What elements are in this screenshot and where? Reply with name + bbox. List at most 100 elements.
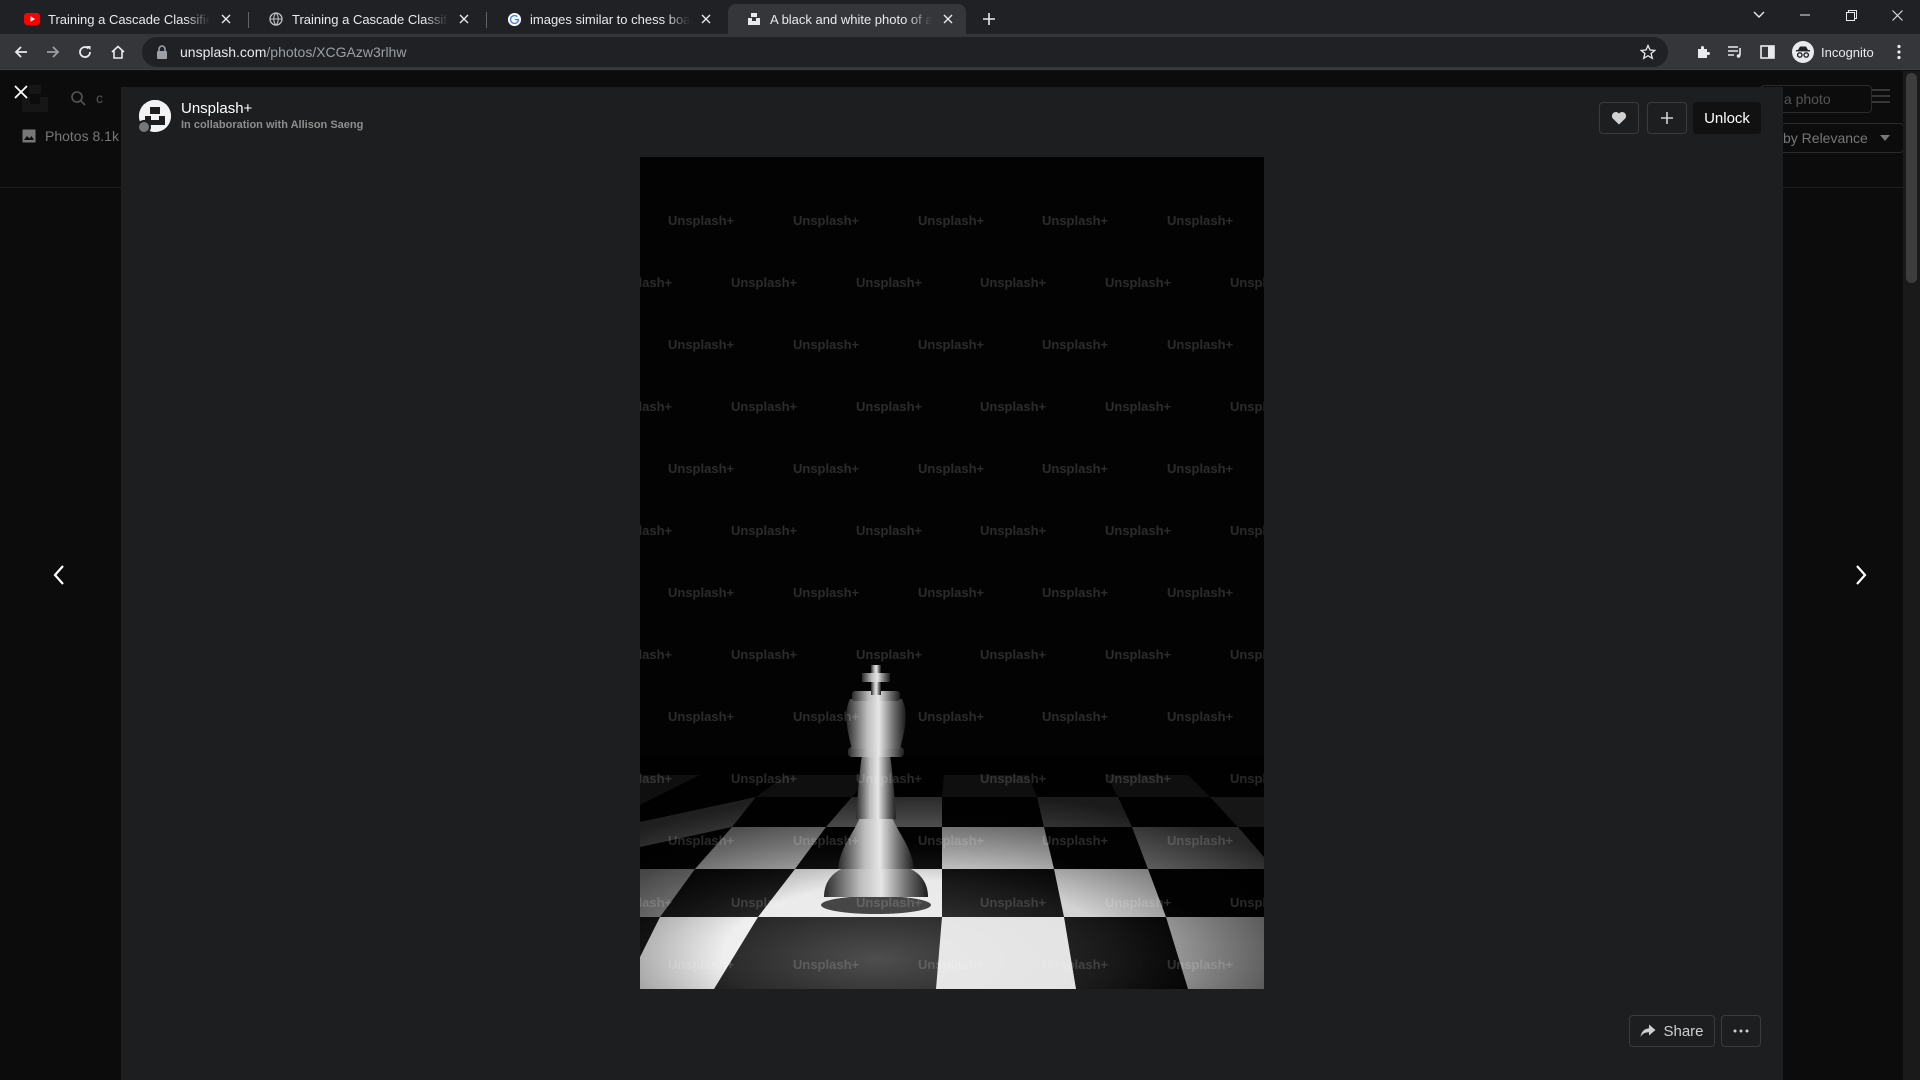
watermark-text: Unsplash+ — [856, 399, 923, 414]
share-label: Share — [1663, 1022, 1704, 1040]
incognito-icon — [1792, 41, 1814, 63]
watermark-text: Unsplash+ — [731, 523, 798, 538]
watermark-text: Unsplash+ — [1105, 895, 1172, 910]
watermark-text: Unsplash+ — [640, 399, 673, 414]
profile-label: Incognito — [1821, 44, 1874, 60]
watermark-text: Unsplash+ — [856, 523, 923, 538]
close-tab-icon[interactable] — [698, 11, 714, 27]
minimize-icon[interactable] — [1782, 0, 1828, 30]
lock-icon[interactable] — [156, 45, 168, 59]
watermark-text: Unsplash+ — [1105, 399, 1172, 414]
watermark-text: Unsplash+ — [1167, 957, 1234, 972]
back-icon[interactable] — [7, 38, 35, 66]
more-actions-button[interactable] — [1721, 1015, 1761, 1047]
watermark-text: Unsplash+ — [1230, 771, 1264, 786]
home-icon[interactable] — [104, 38, 132, 66]
watermark-text: Unsplash+ — [793, 585, 860, 600]
author-collaboration[interactable]: In collaboration with Allison Saeng — [181, 118, 363, 132]
media-queue-icon[interactable] — [1721, 38, 1749, 66]
watermark-text: Unsplash+ — [856, 895, 923, 910]
tab-title: images similar to chess board - Google S… — [530, 11, 690, 27]
tab-title: Training a Cascade Classifier - OpenCV — [48, 11, 210, 27]
close-modal-icon[interactable] — [10, 81, 32, 103]
watermark-text: Unsplash+ — [668, 461, 735, 476]
heart-icon — [1611, 111, 1627, 125]
watermark-text: Unsplash+ — [640, 647, 673, 662]
chess-king-photo[interactable]: Unsplash+ Unsplash+ Unsplash+ Unsplash+ … — [640, 157, 1264, 989]
browser-tab-1[interactable]: Training a Cascade Classifier - OpenCV — [6, 4, 244, 34]
author-block[interactable]: Unsplash+ In collaboration with Allison … — [137, 100, 363, 134]
watermark-text: Unsplash+ — [1042, 709, 1109, 724]
share-button[interactable]: Share — [1629, 1015, 1715, 1047]
next-photo-chevron-icon[interactable] — [1846, 560, 1876, 590]
collaborator-avatar — [137, 120, 151, 134]
browser-tab-4-active[interactable]: A black and white photo of a chess king — [728, 4, 966, 34]
watermark-text: Unsplash+ — [1230, 523, 1264, 538]
chessboard-floor — [640, 757, 1264, 989]
author-name[interactable]: Unsplash+ — [181, 100, 363, 118]
like-button[interactable] — [1599, 102, 1639, 134]
watermark-text: Unsplash+ — [793, 337, 860, 352]
scrollbar-thumb[interactable] — [1906, 73, 1917, 283]
close-tab-icon[interactable] — [456, 11, 472, 27]
tab-title: Training a Cascade Classifier - LearnOpe… — [292, 11, 448, 27]
watermark-text: Unsplash+ — [1230, 399, 1264, 414]
watermark-text: Unsplash+ — [1105, 523, 1172, 538]
sort-dropdown[interactable]: by Relevance — [1776, 123, 1904, 153]
watermark-text: Unsplash+ — [668, 585, 735, 600]
plus-icon — [1660, 111, 1674, 125]
add-to-collection-button[interactable] — [1647, 102, 1687, 134]
incognito-profile-button[interactable]: Incognito — [1788, 38, 1884, 66]
bookmark-star-icon[interactable] — [1640, 44, 1656, 60]
hamburger-menu-icon[interactable] — [1872, 89, 1890, 103]
browser-tab-3[interactable]: images similar to chess board - Google S… — [488, 4, 724, 34]
window-close-icon[interactable] — [1874, 0, 1920, 30]
tab-separator — [486, 12, 487, 28]
browser-toolbar: unsplash.com/photos/XCGAzw3rlhw Incognit… — [0, 34, 1920, 70]
address-bar[interactable]: unsplash.com/photos/XCGAzw3rlhw — [142, 37, 1668, 67]
watermark-text: Unsplash+ — [980, 647, 1047, 662]
watermark-text: Unsplash+ — [668, 957, 735, 972]
watermark-text: Unsplash+ — [731, 771, 798, 786]
tab-search-icon[interactable] — [1736, 0, 1782, 30]
close-tab-icon[interactable] — [940, 11, 956, 27]
reload-icon[interactable] — [71, 38, 99, 66]
previous-photo-chevron-icon[interactable] — [44, 560, 74, 590]
watermark-text: Unsplash+ — [668, 337, 735, 352]
watermark-text: Unsplash+ — [731, 275, 798, 290]
browser-tab-2[interactable]: Training a Cascade Classifier - LearnOpe… — [250, 4, 482, 34]
watermark-text: Unsplash+ — [1042, 461, 1109, 476]
browser-menu-kebab-icon[interactable] — [1885, 38, 1913, 66]
photos-tab[interactable]: Photos 8.1k — [22, 123, 119, 149]
watermark-text: Unsplash+ — [918, 585, 985, 600]
caret-down-icon — [1879, 135, 1890, 141]
watermark-text: Unsplash+ — [1042, 337, 1109, 352]
url-path: /photos/XCGAzw3rlhw — [266, 44, 407, 60]
unlock-button[interactable]: Unlock — [1693, 102, 1761, 134]
watermark-text: Unsplash+ — [918, 709, 985, 724]
tab-title: A black and white photo of a chess king — [770, 11, 932, 27]
side-panel-icon[interactable] — [1753, 38, 1781, 66]
watermark-text: Unsplash+ — [918, 833, 985, 848]
google-icon — [506, 11, 522, 27]
extensions-puzzle-icon[interactable] — [1689, 38, 1717, 66]
close-tab-icon[interactable] — [218, 11, 234, 27]
watermark-text: Unsplash+ — [793, 833, 860, 848]
watermark-text: Unsplash+ — [1167, 709, 1234, 724]
page-scrollbar[interactable] — [1903, 71, 1920, 1080]
watermark-text: Unsplash+ — [856, 771, 923, 786]
watermark-text: Unsplash+ — [918, 337, 985, 352]
watermark-text: Unsplash+ — [1230, 895, 1264, 910]
watermark-text: Unsplash+ — [856, 647, 923, 662]
share-arrow-icon — [1640, 1024, 1663, 1038]
restore-icon[interactable] — [1828, 0, 1874, 30]
watermark-text: Unsplash+ — [793, 709, 860, 724]
watermark-text: Unsplash+ — [668, 709, 735, 724]
watermark-text: Unsplash+ — [731, 895, 798, 910]
watermark-text: Unsplash+ — [1167, 337, 1234, 352]
new-tab-button[interactable] — [976, 6, 1002, 32]
url-text: unsplash.com/photos/XCGAzw3rlhw — [180, 44, 406, 60]
forward-icon[interactable] — [39, 38, 67, 66]
watermark-text: Unsplash+ — [793, 461, 860, 476]
tab-separator — [248, 12, 249, 28]
